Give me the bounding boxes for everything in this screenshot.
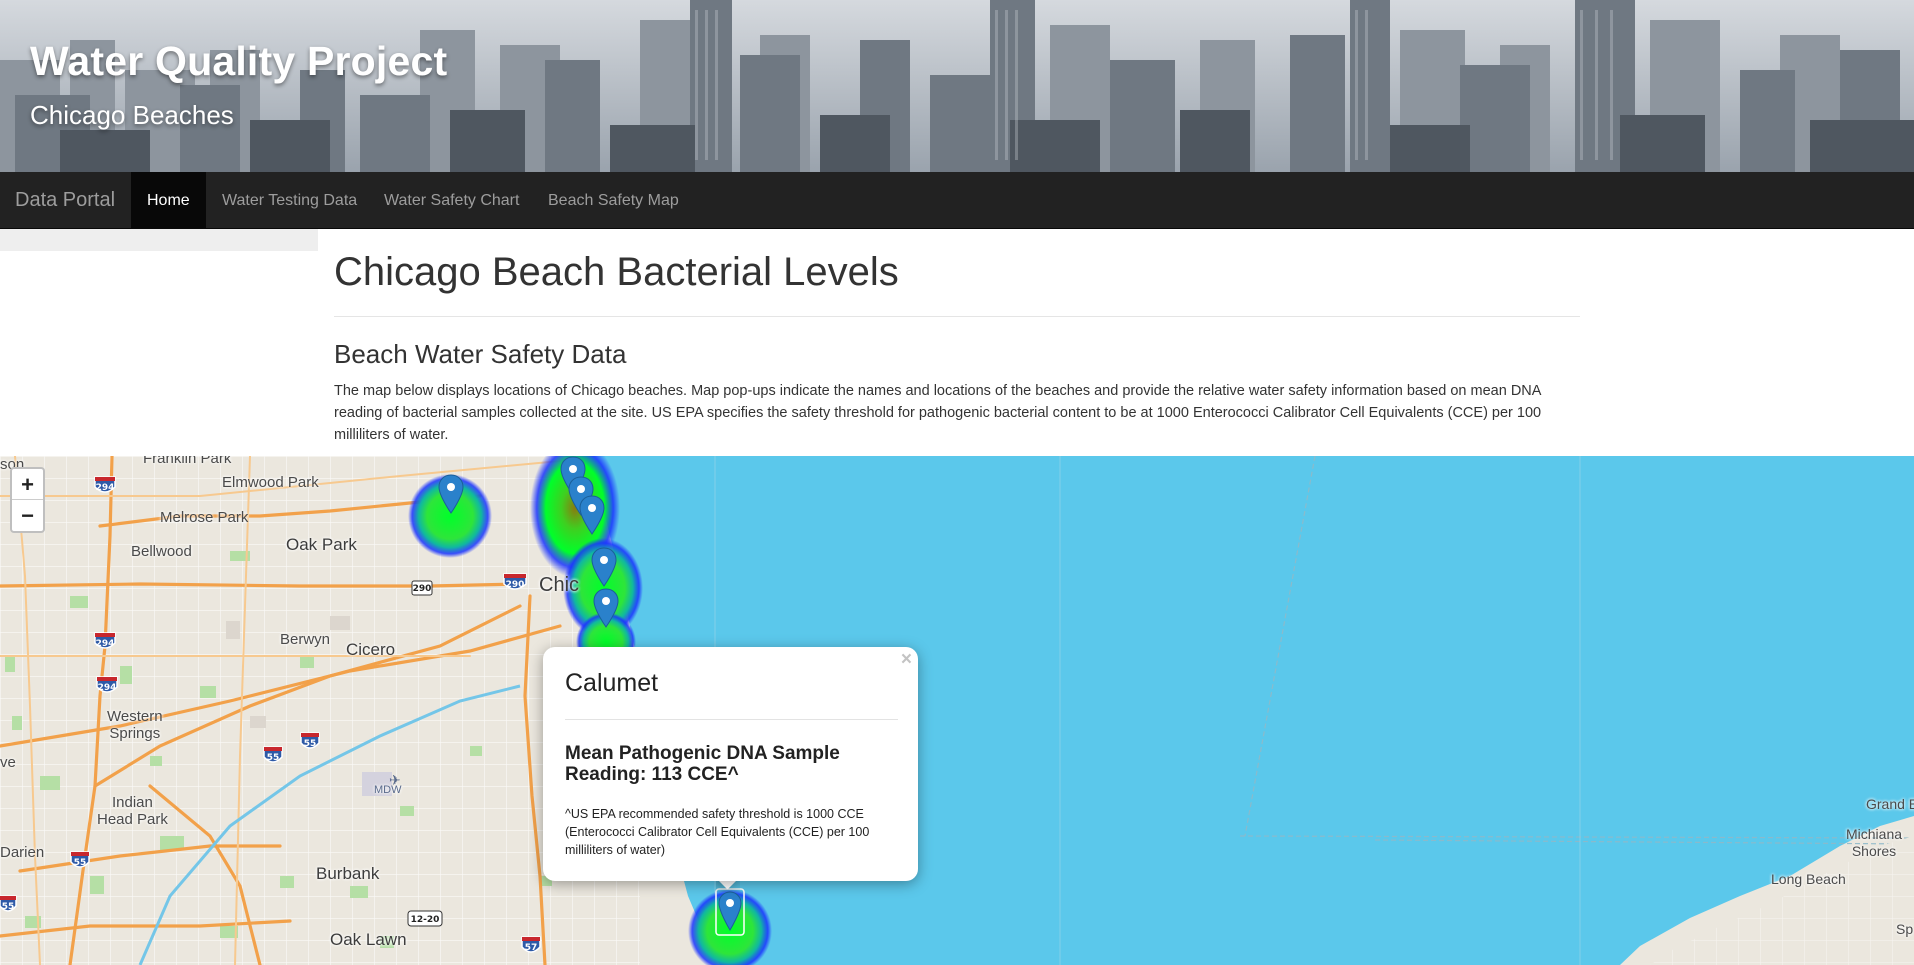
map-label-melrose-park: Melrose Park	[160, 509, 249, 526]
title-divider	[334, 316, 1580, 317]
popup-dna-reading: Mean Pathogenic DNA Sample Reading: 113 …	[565, 743, 840, 785]
nav-item-water-safety-chart[interactable]: Water Safety Chart	[368, 172, 535, 229]
zoom-in-button[interactable]: +	[12, 469, 43, 500]
svg-text:55: 55	[304, 739, 317, 749]
nav-item-water-testing-data[interactable]: Water Testing Data	[206, 172, 373, 229]
shield-rt1220: 12-20	[407, 910, 443, 927]
map-label-long-beach: Long Beach	[1771, 871, 1846, 887]
site-title: Water Quality Project	[30, 38, 448, 84]
svg-text:57: 57	[525, 943, 538, 953]
shield-i290: 290	[503, 573, 527, 590]
beach-marker[interactable]	[591, 547, 617, 587]
svg-text:55: 55	[74, 858, 87, 868]
map-label-chicago: Chic	[539, 574, 580, 596]
svg-text:12-20: 12-20	[411, 915, 440, 925]
map-label-cicero: Cicero	[346, 640, 396, 659]
map-tiles: 294 294 294 290 290 55 55 55 55 12-20 57…	[0, 456, 1914, 965]
shield-i55-d: 55	[0, 895, 17, 912]
map-label-oak-park: Oak Park	[286, 535, 357, 554]
map-label-indian-head-park: Indian Head Park	[97, 794, 168, 828]
svg-text:294: 294	[96, 639, 115, 649]
site-subtitle: Chicago Beaches	[30, 100, 234, 130]
beach-marker[interactable]	[438, 474, 464, 514]
beach-map[interactable]: 294 294 294 290 290 55 55 55 55 12-20 57…	[0, 456, 1914, 965]
map-label-burbank: Burbank	[316, 864, 380, 883]
shield-i294-a: 294	[94, 476, 116, 493]
svg-text:294: 294	[96, 483, 115, 493]
svg-text:290: 290	[413, 584, 432, 594]
shield-us290: 290	[411, 580, 433, 596]
section-description: The map below displays locations of Chic…	[334, 383, 1542, 443]
beach-marker-calumet-selected[interactable]	[715, 888, 745, 936]
navbar: Data Portal Home Water Testing Data Wate…	[0, 172, 1914, 229]
section-title: Beach Water Safety Data	[334, 339, 627, 369]
map-label-sp: Sp	[1896, 921, 1914, 937]
nav-item-beach-safety-map[interactable]: Beach Safety Map	[532, 172, 695, 229]
shield-i294-c: 294	[96, 676, 118, 693]
beach-popup: × Calumet Mean Pathogenic DNA Sample Rea…	[543, 647, 918, 881]
map-label-darien: Darien	[0, 844, 45, 861]
beach-marker[interactable]	[593, 588, 619, 628]
popup-close-button[interactable]: ×	[901, 649, 912, 671]
shield-i294-b: 294	[94, 632, 116, 649]
zoom-control: + −	[10, 467, 45, 533]
popup-beach-name: Calumet	[565, 669, 659, 697]
map-label-ve: ve	[0, 754, 16, 771]
svg-text:55: 55	[267, 753, 280, 763]
svg-text:290: 290	[506, 580, 525, 590]
page-title: Chicago Beach Bacterial Levels	[334, 250, 899, 294]
zoom-out-button[interactable]: −	[12, 500, 43, 531]
map-label-berwyn: Berwyn	[280, 631, 331, 648]
map-label-grand-beach: Grand B	[1866, 796, 1914, 812]
sidebar-strip	[0, 229, 318, 251]
svg-text:294: 294	[98, 683, 117, 693]
map-label-michiana-shores: Michiana Shores	[1846, 826, 1903, 859]
popup-threshold-note: ^US EPA recommended safety threshold is …	[565, 807, 870, 857]
map-label-oak-lawn: Oak Lawn	[330, 930, 407, 949]
map-label-elmwood-park: Elmwood Park	[222, 474, 319, 491]
map-label-western-springs: Western Springs	[107, 708, 163, 742]
header-banner: Water Quality Project Chicago Beaches	[0, 0, 1914, 172]
nav-item-home[interactable]: Home	[131, 172, 206, 229]
popup-divider	[565, 719, 898, 720]
beach-marker[interactable]	[579, 495, 605, 535]
map-label-mdw: MDW	[374, 784, 402, 796]
navbar-brand[interactable]: Data Portal	[15, 172, 115, 229]
map-label-bellwood: Bellwood	[131, 543, 192, 560]
svg-text:55: 55	[2, 902, 15, 912]
map-label-franklin-park: Franklin Park	[143, 456, 232, 467]
skyline-image	[0, 0, 1914, 172]
